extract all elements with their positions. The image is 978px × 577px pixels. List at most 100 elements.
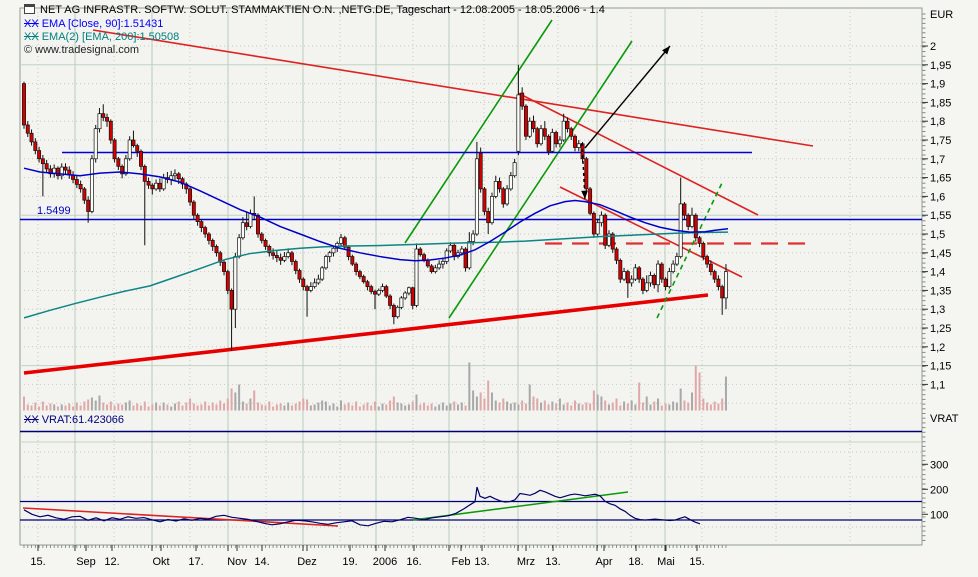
candle-body: [520, 92, 525, 107]
price-axis-label[interactable]: 1,2: [930, 342, 945, 354]
time-axis-label[interactable]: 13.: [545, 556, 560, 568]
candle-body: [622, 271, 627, 280]
price-axis-label[interactable]: 1,65: [930, 173, 951, 185]
vrat-axis-label[interactable]: 300: [930, 459, 948, 471]
time-axis-label[interactable]: Apr: [595, 556, 612, 568]
vrat-axis-title[interactable]: VRAT: [930, 413, 959, 425]
legend-ema2[interactable]: XX EMA(2) [EMA, 200]:1.50508: [24, 31, 179, 44]
price-axis-label[interactable]: 1,9: [930, 79, 945, 91]
volume-bar: [687, 402, 690, 411]
volume-bar: [611, 402, 614, 411]
volume-bar: [124, 402, 127, 411]
time-axis-label[interactable]: 17.: [188, 556, 203, 568]
price-axis-label[interactable]: 1,1: [930, 379, 945, 391]
candle-body: [539, 128, 543, 145]
time-axis-label[interactable]: Okt: [152, 556, 169, 568]
vrat-axis-label[interactable]: 200: [930, 484, 948, 496]
candle-body: [339, 237, 343, 244]
volume-bar: [664, 403, 667, 411]
volume-bar: [392, 396, 395, 411]
volume-bar: [645, 396, 648, 411]
time-axis-label[interactable]: Mai: [657, 556, 675, 568]
time-axis-label[interactable]: 12.: [104, 556, 119, 568]
volume-bar: [238, 384, 241, 411]
volume-bar: [294, 403, 297, 411]
time-axis-label[interactable]: Nov: [227, 556, 247, 568]
volume-bar: [279, 403, 282, 411]
volume-bar: [626, 403, 629, 411]
time-axis-label[interactable]: Dez: [297, 556, 317, 568]
volume-bar: [158, 405, 161, 411]
volume-bar: [487, 380, 490, 411]
price-axis-label[interactable]: 1,15: [930, 361, 951, 373]
candle-body: [308, 286, 313, 291]
vrat-axis-label[interactable]: 100: [930, 509, 948, 521]
plot-background[interactable]: [19, 7, 923, 546]
price-axis-label[interactable]: 1,7: [930, 154, 945, 166]
volume-bar: [543, 400, 546, 411]
volume-bar: [155, 402, 158, 411]
time-axis-label[interactable]: 2006: [373, 556, 397, 568]
price-axis-label[interactable]: 1,3: [930, 304, 945, 316]
volume-bar: [600, 396, 603, 411]
time-axis-label[interactable]: Sep: [76, 556, 96, 568]
price-axis-label[interactable]: 2: [930, 41, 936, 53]
candle-body: [656, 263, 660, 286]
candle-body: [444, 250, 449, 262]
time-axis-label[interactable]: Mrz: [517, 556, 535, 568]
ema2-label: EMA(2) [EMA, 200]:1.50508: [41, 31, 180, 43]
time-axis-label[interactable]: 13.: [474, 556, 489, 568]
volume-bar: [343, 404, 346, 411]
volume-bar: [479, 392, 482, 411]
price-axis-label[interactable]: 1,95: [930, 60, 951, 72]
chart-canvas[interactable]: EUR 2 1,95 1,9 1,85 1,8 1,75 1,7 1,65 1,6 1,55 1,5 1…: [0, 0, 978, 577]
time-axis-label[interactable]: 18.: [628, 556, 643, 568]
candle-body: [573, 135, 577, 148]
time-axis-label[interactable]: 14.: [254, 556, 269, 568]
volume-bar: [204, 401, 207, 411]
price-axis-label[interactable]: 1,85: [930, 97, 951, 109]
volume-bar: [38, 406, 41, 411]
volume-bar: [657, 398, 660, 411]
price-axis-label[interactable]: 1,6: [930, 191, 945, 203]
volume-bar: [106, 404, 109, 411]
time-axis-label[interactable]: 16.: [406, 556, 421, 568]
candle-body: [403, 292, 408, 299]
candle-body: [369, 286, 374, 292]
volume-bar: [94, 400, 97, 411]
time-axis-label[interactable]: 19.: [342, 556, 357, 568]
price-axis-label[interactable]: 1,8: [930, 116, 945, 128]
price-axis-label[interactable]: 1,75: [930, 135, 951, 147]
price-axis-label[interactable]: 1,25: [930, 323, 951, 335]
candle-body: [274, 255, 279, 259]
price-axis-label[interactable]: 1,4: [930, 267, 945, 279]
volume-bar: [298, 401, 301, 411]
candle-body: [618, 259, 623, 280]
volume-bar: [268, 401, 271, 411]
time-axis-label[interactable]: 15.: [689, 556, 704, 568]
price-axis-label[interactable]: 1,45: [930, 248, 951, 260]
price-axis-label[interactable]: 1,5: [930, 229, 945, 241]
candle-body: [395, 306, 400, 318]
candle-body: [554, 132, 559, 145]
time-axis-label[interactable]: 15.: [30, 556, 45, 568]
candle-body: [584, 158, 589, 190]
candle-body: [350, 256, 355, 265]
volume-bar: [117, 403, 120, 411]
time-axis-label[interactable]: Feb: [452, 556, 471, 568]
price-level-label[interactable]: 1.5499: [37, 205, 71, 218]
candle-body: [591, 212, 596, 235]
candle-body: [301, 278, 306, 287]
candle-body: [384, 286, 389, 297]
volume-bar: [483, 398, 486, 411]
price-axis-title[interactable]: EUR: [930, 9, 953, 21]
price-axis-label[interactable]: 1,55: [930, 210, 951, 222]
candle-body: [225, 271, 230, 291]
volume-bar: [426, 405, 429, 411]
volume-bar: [490, 392, 493, 411]
volume-bar: [362, 404, 365, 411]
legend-vrat[interactable]: XX VRAT:61.423066: [24, 414, 124, 427]
volume-bar: [192, 403, 195, 411]
price-axis-label[interactable]: 1,35: [930, 285, 951, 297]
legend-ema1[interactable]: XX EMA [Close, 90]:1.51431: [24, 18, 163, 31]
